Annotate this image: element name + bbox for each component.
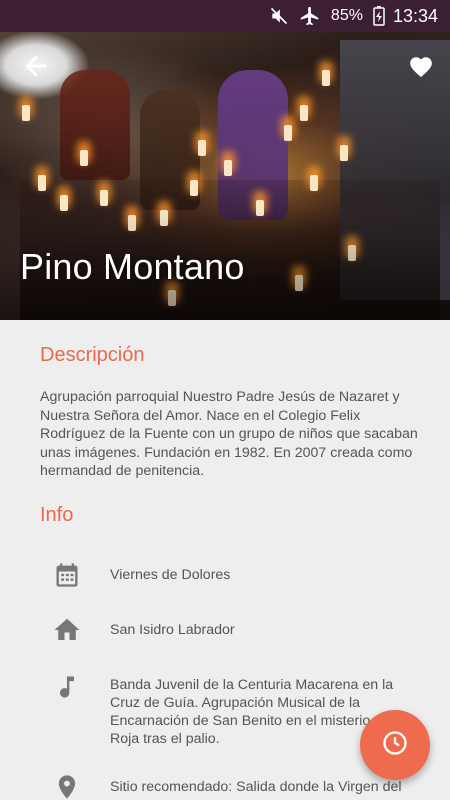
location-pin-icon (52, 772, 82, 800)
page-title: Pino Montano (20, 246, 245, 287)
description-text: Agrupación parroquial Nuestro Padre Jesú… (40, 389, 418, 479)
music-note-icon (52, 672, 82, 702)
schedule-fab-button[interactable] (360, 710, 430, 780)
info-item-label: Sitio recomendado: Salida donde la Virge… (110, 779, 402, 795)
battery-charging-icon (373, 6, 385, 26)
info-item-label: Viernes de Dolores (110, 567, 231, 583)
info-heading: Info (40, 504, 74, 526)
back-arrow-icon[interactable] (20, 50, 52, 82)
airplane-mode-icon (299, 5, 321, 27)
status-bar: 85% 13:34 (0, 0, 450, 32)
home-icon (52, 615, 82, 645)
clock-icon (381, 729, 409, 762)
battery-percent: 85% (330, 7, 363, 24)
info-item-label: San Isidro Labrador (110, 622, 235, 638)
description-heading: Descripción (40, 344, 145, 366)
favorite-heart-icon[interactable] (408, 54, 434, 80)
mute-icon (269, 6, 289, 26)
clock: 13:34 (392, 5, 438, 26)
calendar-icon (52, 560, 82, 590)
